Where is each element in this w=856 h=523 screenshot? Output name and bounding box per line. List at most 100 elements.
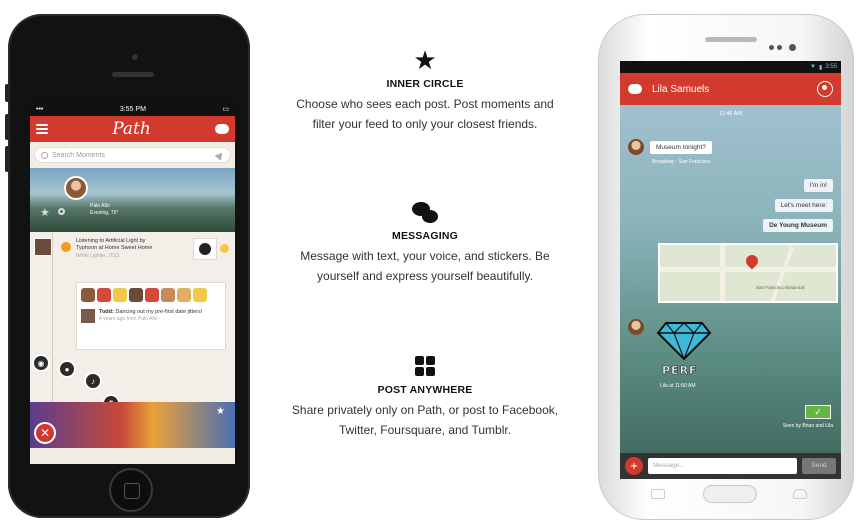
share-grid-icon (415, 356, 435, 376)
location-bubble[interactable]: De Young Museum (763, 219, 833, 232)
message-timestamp: 11:46 AM (719, 111, 742, 117)
moment-meta: White Lighter, 2013 (76, 252, 120, 259)
comment-author: Todd: (99, 309, 114, 315)
place-icon[interactable]: ● (58, 360, 76, 378)
sticker-text: PERF (662, 364, 698, 378)
search-bar[interactable]: Search Moments (34, 147, 231, 163)
music-note-icon[interactable]: ♪ (84, 372, 102, 390)
iphone-earpiece (112, 72, 154, 77)
menu-icon[interactable] (36, 124, 48, 134)
sticker (129, 288, 143, 302)
app-logo: Path (112, 119, 151, 139)
contact-name: Lila Samuels (652, 83, 710, 95)
feature-messaging: MESSAGING Message with text, your voice,… (290, 202, 560, 286)
message-bubble[interactable]: Let's meet here: (774, 199, 833, 212)
iphone-mute-switch (5, 84, 9, 102)
profile-location: Palo Alto (90, 203, 110, 209)
feature-description: Choose who sees each post. Post moments … (296, 97, 554, 131)
profile-icon[interactable] (817, 81, 833, 97)
iphone-home-button (109, 468, 153, 512)
add-icon[interactable]: + (625, 457, 643, 475)
location-icon[interactable] (214, 149, 226, 161)
search-placeholder: Search Moments (52, 151, 105, 159)
profile-caption: Palo Alto Evening, 75° (90, 203, 118, 217)
message-meta: Broadway · San Francisco (652, 159, 711, 165)
android-status-bar: ▼ ▮ 3:55 (620, 61, 841, 73)
message-bubble[interactable]: I'm in! (803, 179, 833, 192)
android-home-button (703, 485, 757, 503)
check-icon[interactable]: ✓ (805, 405, 831, 419)
status-time: 3:55 (825, 64, 837, 70)
chat-icon[interactable] (628, 84, 642, 94)
status-time: 3:55 PM (119, 105, 146, 113)
sticker (145, 288, 159, 302)
balloon-photo: ★ (30, 402, 235, 448)
search-icon (41, 151, 48, 159)
sticker-row (77, 283, 225, 307)
gear-icon[interactable] (58, 208, 65, 215)
message-input[interactable]: Message... (648, 458, 797, 474)
sticker (193, 288, 207, 302)
profile-weather: Evening, 75° (90, 210, 119, 216)
comment: Todd: Dancing out my pre-first date jitt… (77, 307, 225, 324)
close-icon[interactable]: ✕ (34, 422, 56, 444)
iphone-camera (132, 54, 138, 60)
android-screen: ▼ ▮ 3:55 Lila Samuels 11:46 AM Museum to… (620, 61, 841, 479)
android-device: ▼ ▮ 3:55 Lila Samuels 11:46 AM Museum to… (598, 14, 854, 520)
profile-cover: ★ Palo Alto Evening, 75° (30, 168, 235, 232)
map-preview[interactable]: San Francisco Botanical (658, 243, 838, 303)
feature-description: Share privately only on Path, or post to… (291, 403, 559, 437)
promo-stage: ••• 3:55 PM ▭ Path Search Moments ★ Palo… (0, 0, 856, 523)
moments-feed: Listening to Artificial Light by Typhoon… (30, 232, 235, 448)
feature-title: INNER CIRCLE (386, 78, 464, 90)
star-icon[interactable]: ★ (40, 206, 50, 219)
iphone-volume-down (5, 146, 9, 172)
send-button[interactable]: Send (802, 458, 836, 474)
avatar[interactable] (628, 139, 644, 155)
camera-icon[interactable]: ◉ (32, 354, 50, 372)
seen-status: Seen by Brian and Lila (782, 423, 833, 429)
emotion-icon[interactable] (220, 244, 229, 253)
wifi-icon: ▼ (810, 64, 816, 70)
ios-nav-bar: Path (30, 116, 235, 142)
battery-icon: ▮ (819, 64, 823, 71)
feature-title: POST ANYWHERE (377, 384, 473, 396)
sticker-card[interactable]: Todd: Dancing out my pre-first date jitt… (76, 282, 226, 350)
feature-title: MESSAGING (392, 230, 458, 242)
iphone-device: ••• 3:55 PM ▭ Path Search Moments ★ Palo… (5, 14, 250, 518)
avatar[interactable] (628, 319, 644, 335)
feature-post-anywhere: POST ANYWHERE Share privately only on Pa… (290, 356, 560, 440)
comment-text: Dancing out my pre-first date jitters! (115, 309, 203, 315)
menu-softkey-icon (651, 489, 665, 499)
music-moment[interactable]: Listening to Artificial Light by Typhoon… (34, 238, 231, 270)
diamond-sticker[interactable] (656, 313, 712, 361)
sticker-meta: Lila at 11:50 AM (660, 383, 696, 389)
sticker (161, 288, 175, 302)
comment-meta: 4 years ago from Palo Alto (99, 316, 158, 323)
android-sensors (767, 43, 797, 53)
back-softkey-icon (793, 489, 807, 499)
map-road (769, 246, 795, 301)
ios-status-bar: ••• 3:55 PM ▭ (30, 102, 235, 116)
map-road (660, 267, 836, 272)
chat-icon[interactable] (215, 124, 229, 134)
map-road (720, 245, 725, 301)
sticker (177, 288, 191, 302)
iphone-volume-up (5, 114, 9, 140)
map-label: San Francisco Botanical (756, 285, 805, 290)
star-icon: ★ (413, 45, 437, 75)
message-bubble[interactable]: Museum tonight? (650, 141, 712, 154)
moment-description: Listening to Artificial Light by Typhoon… (76, 238, 153, 252)
album-art (193, 238, 217, 260)
sticker (81, 288, 95, 302)
star-icon[interactable]: ★ (216, 406, 225, 417)
compose-bar: + Message... Send (620, 453, 841, 479)
sticker (113, 288, 127, 302)
feature-description: Message with text, your voice, and stick… (300, 249, 550, 283)
moment-thumbnail (34, 238, 52, 256)
conversation-header: Lila Samuels (620, 73, 841, 105)
android-speaker (705, 37, 757, 42)
avatar[interactable] (64, 176, 88, 200)
feature-inner-circle: ★ INNER CIRCLE Choose who sees each post… (290, 45, 560, 134)
iphone-screen: ••• 3:55 PM ▭ Path Search Moments ★ Palo… (30, 102, 235, 464)
